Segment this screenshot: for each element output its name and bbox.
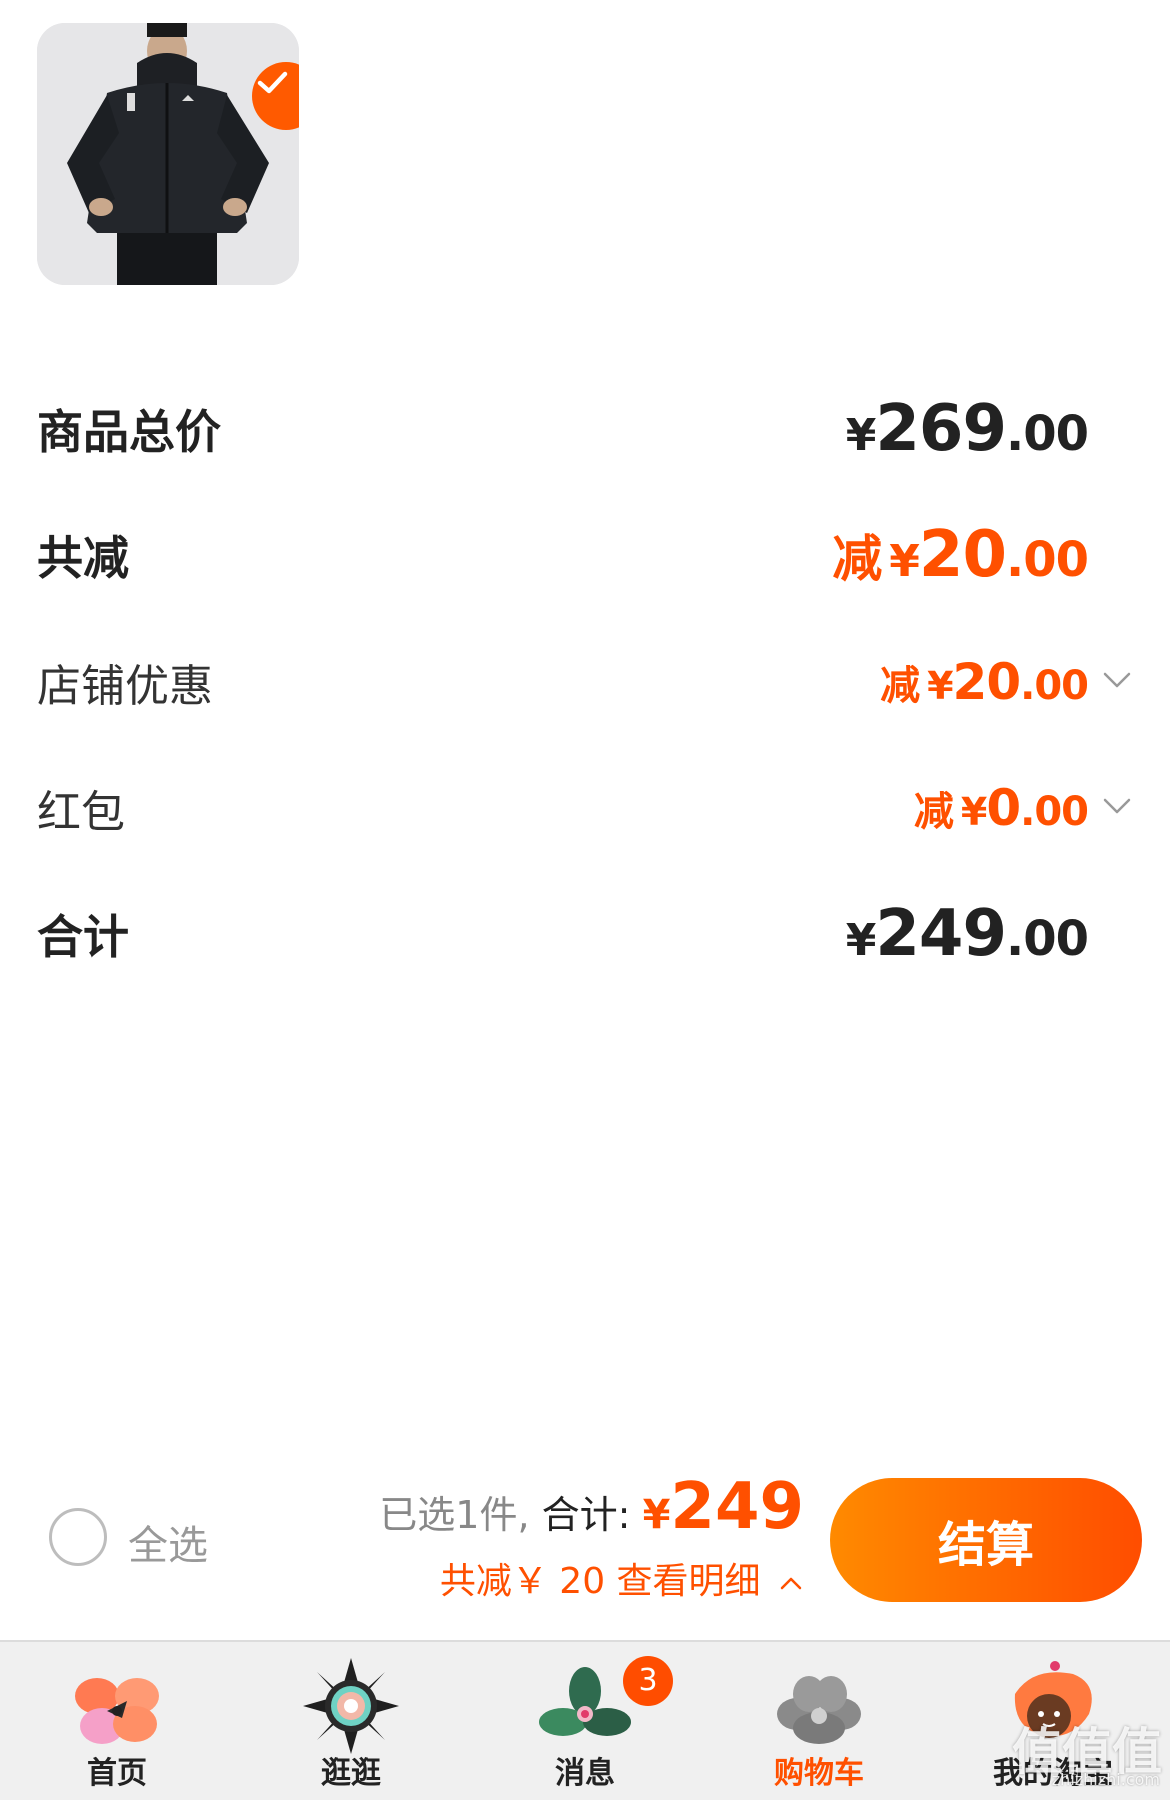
checkout-total-label: 合计: <box>541 1493 631 1537</box>
site-watermark-url: zhizhizhi.com <box>1051 1770 1160 1789</box>
explore-flower-icon <box>303 1658 399 1754</box>
tab-explore[interactable]: 逛逛 <box>234 1642 468 1800</box>
red-packet-chevron-down-icon[interactable] <box>1102 790 1132 820</box>
tab-explore-label: 逛逛 <box>321 1756 381 1791</box>
checkout-total-value: 249 <box>670 1470 804 1544</box>
total-label: 合计 <box>37 910 129 964</box>
tab-messages-label: 消息 <box>555 1756 615 1791</box>
red-packet-amount: 减 ¥0.00 <box>913 779 1089 837</box>
shop-discount-amount: 减 ¥20.00 <box>880 653 1089 711</box>
bottom-tab-bar: 首页 逛逛 3 消息 购物车 我的淘宝 <box>0 1640 1170 1800</box>
selected-count-text: 已选1件, <box>379 1493 530 1537</box>
checkout-total-currency: ¥ <box>642 1492 671 1538</box>
discount-detail-text: 共减￥ 20 查看明细 <box>439 1561 761 1602</box>
tab-cart-label: 购物车 <box>774 1756 864 1791</box>
home-flower-icon <box>75 1678 159 1744</box>
discount-detail-link[interactable]: 共减￥ 20 查看明细 <box>379 1552 804 1604</box>
tab-home-label: 首页 <box>87 1756 147 1791</box>
select-all-label[interactable]: 全选 <box>128 1513 208 1571</box>
total-discount-label: 共减 <box>37 531 129 585</box>
cart-flower-icon <box>777 1676 861 1744</box>
total-row: 合计 ¥249.00 <box>37 897 1089 971</box>
message-flower-icon <box>539 1667 631 1736</box>
select-all-radio[interactable] <box>49 1508 107 1566</box>
total-discount-amount: 减 ¥20.00 <box>832 518 1089 592</box>
shop-discount-chevron-down-icon[interactable] <box>1102 664 1132 694</box>
tab-cart[interactable]: 购物车 <box>702 1642 936 1800</box>
goods-total-row: 商品总价 ¥269.00 <box>37 392 1089 466</box>
checkout-button[interactable]: 结算 <box>830 1478 1142 1602</box>
goods-total-label: 商品总价 <box>37 405 221 459</box>
red-packet-row[interactable]: 红包 减 ¥0.00 <box>37 776 1089 840</box>
shop-discount-row[interactable]: 店铺优惠 减 ¥20.00 <box>37 650 1089 714</box>
total-amount: ¥249.00 <box>845 897 1089 971</box>
tab-home[interactable]: 首页 <box>0 1642 234 1800</box>
checkout-summary: 已选1件, 合计: ¥249 共减￥ 20 查看明细 <box>379 1470 804 1604</box>
tab-messages[interactable]: 3 消息 <box>468 1642 702 1800</box>
messages-badge: 3 <box>623 1656 673 1706</box>
product-thumbnail[interactable] <box>37 23 299 285</box>
goods-total-amount: ¥269.00 <box>845 392 1089 466</box>
shop-discount-label: 店铺优惠 <box>37 661 213 712</box>
total-discount-row: 共减 减 ¥20.00 <box>37 518 1089 592</box>
chevron-up-icon <box>780 1577 802 1590</box>
red-packet-label: 红包 <box>37 787 125 838</box>
